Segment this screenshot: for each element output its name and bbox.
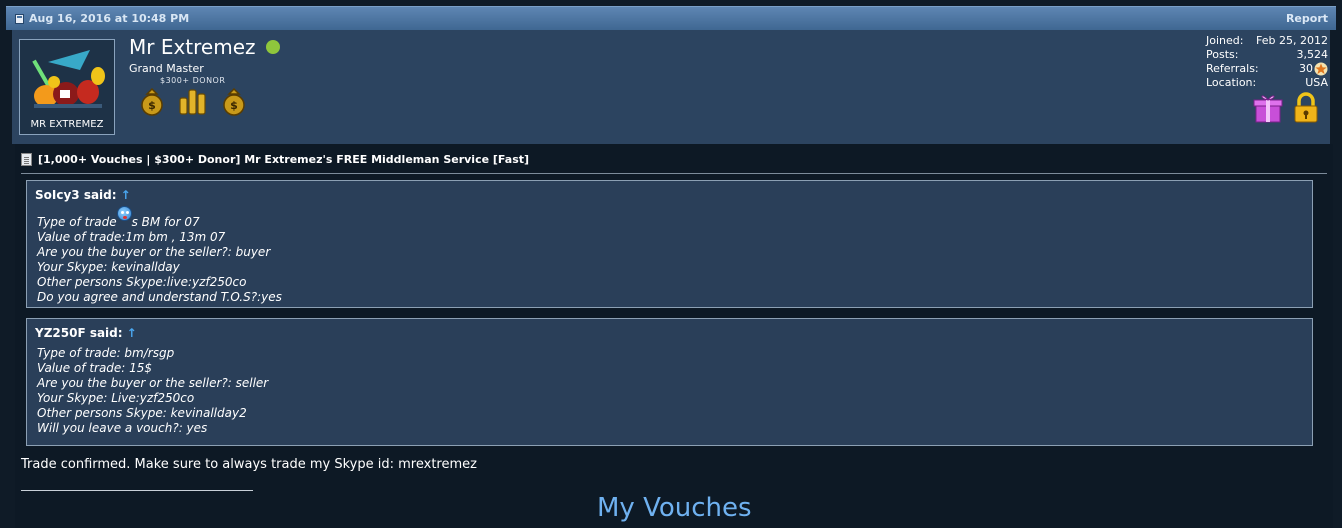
report-link[interactable]: Report — [1286, 12, 1328, 25]
quote-block: YZ250F said: ↑ Type of trade: bm/rsgp Val… — [26, 318, 1313, 446]
quote-jump-arrow-icon[interactable]: ↑ — [127, 326, 137, 340]
quote-line: Other persons Skype:live:yzf250co — [37, 275, 247, 289]
quote-author[interactable]: SoIcy3 said: — [35, 188, 117, 202]
post-message: Trade confirmed. Make sure to always tra… — [21, 457, 477, 472]
svg-text:$: $ — [148, 99, 156, 112]
username[interactable]: Mr Extremez — [129, 35, 256, 59]
post-date-icon — [15, 14, 24, 24]
quote-content: Type of trade: bm/rsgp Value of trade: 1… — [37, 346, 268, 436]
signature-divider — [21, 490, 253, 491]
stat-joined-label: Joined: — [1206, 34, 1244, 47]
post-header-bar: Aug 16, 2016 at 10:48 PM Report — [6, 6, 1336, 30]
title-divider — [21, 173, 1327, 174]
quote-line: Type of trade: bm/rsgp — [37, 346, 175, 360]
user-badges: $ $ — [139, 86, 251, 118]
gold-sack-icon: $ — [141, 87, 163, 116]
signature-vouches-link[interactable]: My Vouches — [597, 493, 752, 523]
quote-author[interactable]: YZ250F said: — [35, 326, 123, 340]
user-title: Grand Master — [129, 62, 204, 75]
surprised-emoji-icon — [116, 206, 132, 221]
avatar[interactable]: MR EXTREMEZ — [19, 39, 115, 135]
post-date[interactable]: Aug 16, 2016 at 10:48 PM — [29, 12, 189, 25]
svg-text:$: $ — [230, 99, 238, 112]
stat-referrals: Referrals: 30 — [1206, 62, 1328, 76]
stat-posts: Posts: 3,524 — [1206, 48, 1328, 62]
stat-posts-label: Posts: — [1206, 48, 1239, 61]
quote-line: Do you agree and understand T.O.S?:yes — [37, 290, 282, 304]
stat-location-value: USA — [1305, 76, 1328, 89]
stat-posts-value[interactable]: 3,524 — [1297, 48, 1329, 62]
quote-line: Your Skype: kevinallday — [37, 260, 180, 274]
user-award-icons — [1252, 92, 1326, 126]
post-body: [1,000+ Vouches | $300+ Donor] Mr Extrem… — [15, 144, 1333, 528]
thread-title-row: [1,000+ Vouches | $300+ Donor] Mr Extrem… — [21, 150, 529, 168]
stat-joined-value: Feb 25, 2012 — [1256, 34, 1328, 47]
gold-sack-icon: $ — [223, 87, 245, 116]
donor-label: $300+ DONOR — [160, 76, 226, 85]
quote-line: Value of trade:1m bm , 13m 07 — [37, 230, 226, 244]
stat-location: Location: USA — [1206, 76, 1328, 90]
quote-line: Your Skype: Live:yzf250co — [37, 391, 195, 405]
quote-content: Type of trade s BM for 07 Value of trade:… — [37, 206, 282, 305]
gold-coins-icon — [179, 89, 206, 115]
referral-star-icon — [1314, 62, 1328, 76]
user-stats: Joined: Feb 25, 2012 Posts: 3,524 Referr… — [1206, 34, 1328, 90]
quote-line: Value of trade: 15$ — [37, 361, 153, 375]
quote-block: SoIcy3 said: ↑ Type of trade s BM for 07 V… — [26, 180, 1313, 308]
gift-icon[interactable] — [1252, 92, 1284, 124]
quote-header: SoIcy3 said: ↑ — [35, 188, 131, 202]
stat-referrals-value: 30 — [1299, 62, 1313, 75]
stat-joined: Joined: Feb 25, 2012 — [1206, 34, 1328, 48]
quote-line: Are you the buyer or the seller?: seller — [37, 376, 269, 390]
quote-jump-arrow-icon[interactable]: ↑ — [121, 188, 131, 202]
quote-header: YZ250F said: ↑ — [35, 326, 137, 340]
quote-line: Type of trade s BM for 07 — [37, 206, 282, 230]
quote-line: Other persons Skype: kevinallday2 — [37, 406, 247, 420]
stat-referrals-label: Referrals: — [1206, 62, 1259, 75]
user-info-bar: MR EXTREMEZ Mr Extremez Grand Master $30… — [12, 30, 1330, 144]
quote-line: Will you leave a vouch?: yes — [37, 421, 208, 435]
online-status-icon — [266, 40, 280, 54]
lock-icon[interactable] — [1292, 92, 1320, 124]
stat-location-label: Location: — [1206, 76, 1257, 89]
document-icon — [21, 152, 32, 166]
quote-line: Are you the buyer or the seller?: buyer — [37, 245, 271, 259]
thread-title[interactable]: [1,000+ Vouches | $300+ Donor] Mr Extrem… — [38, 153, 529, 166]
avatar-caption: MR EXTREMEZ — [30, 119, 104, 130]
